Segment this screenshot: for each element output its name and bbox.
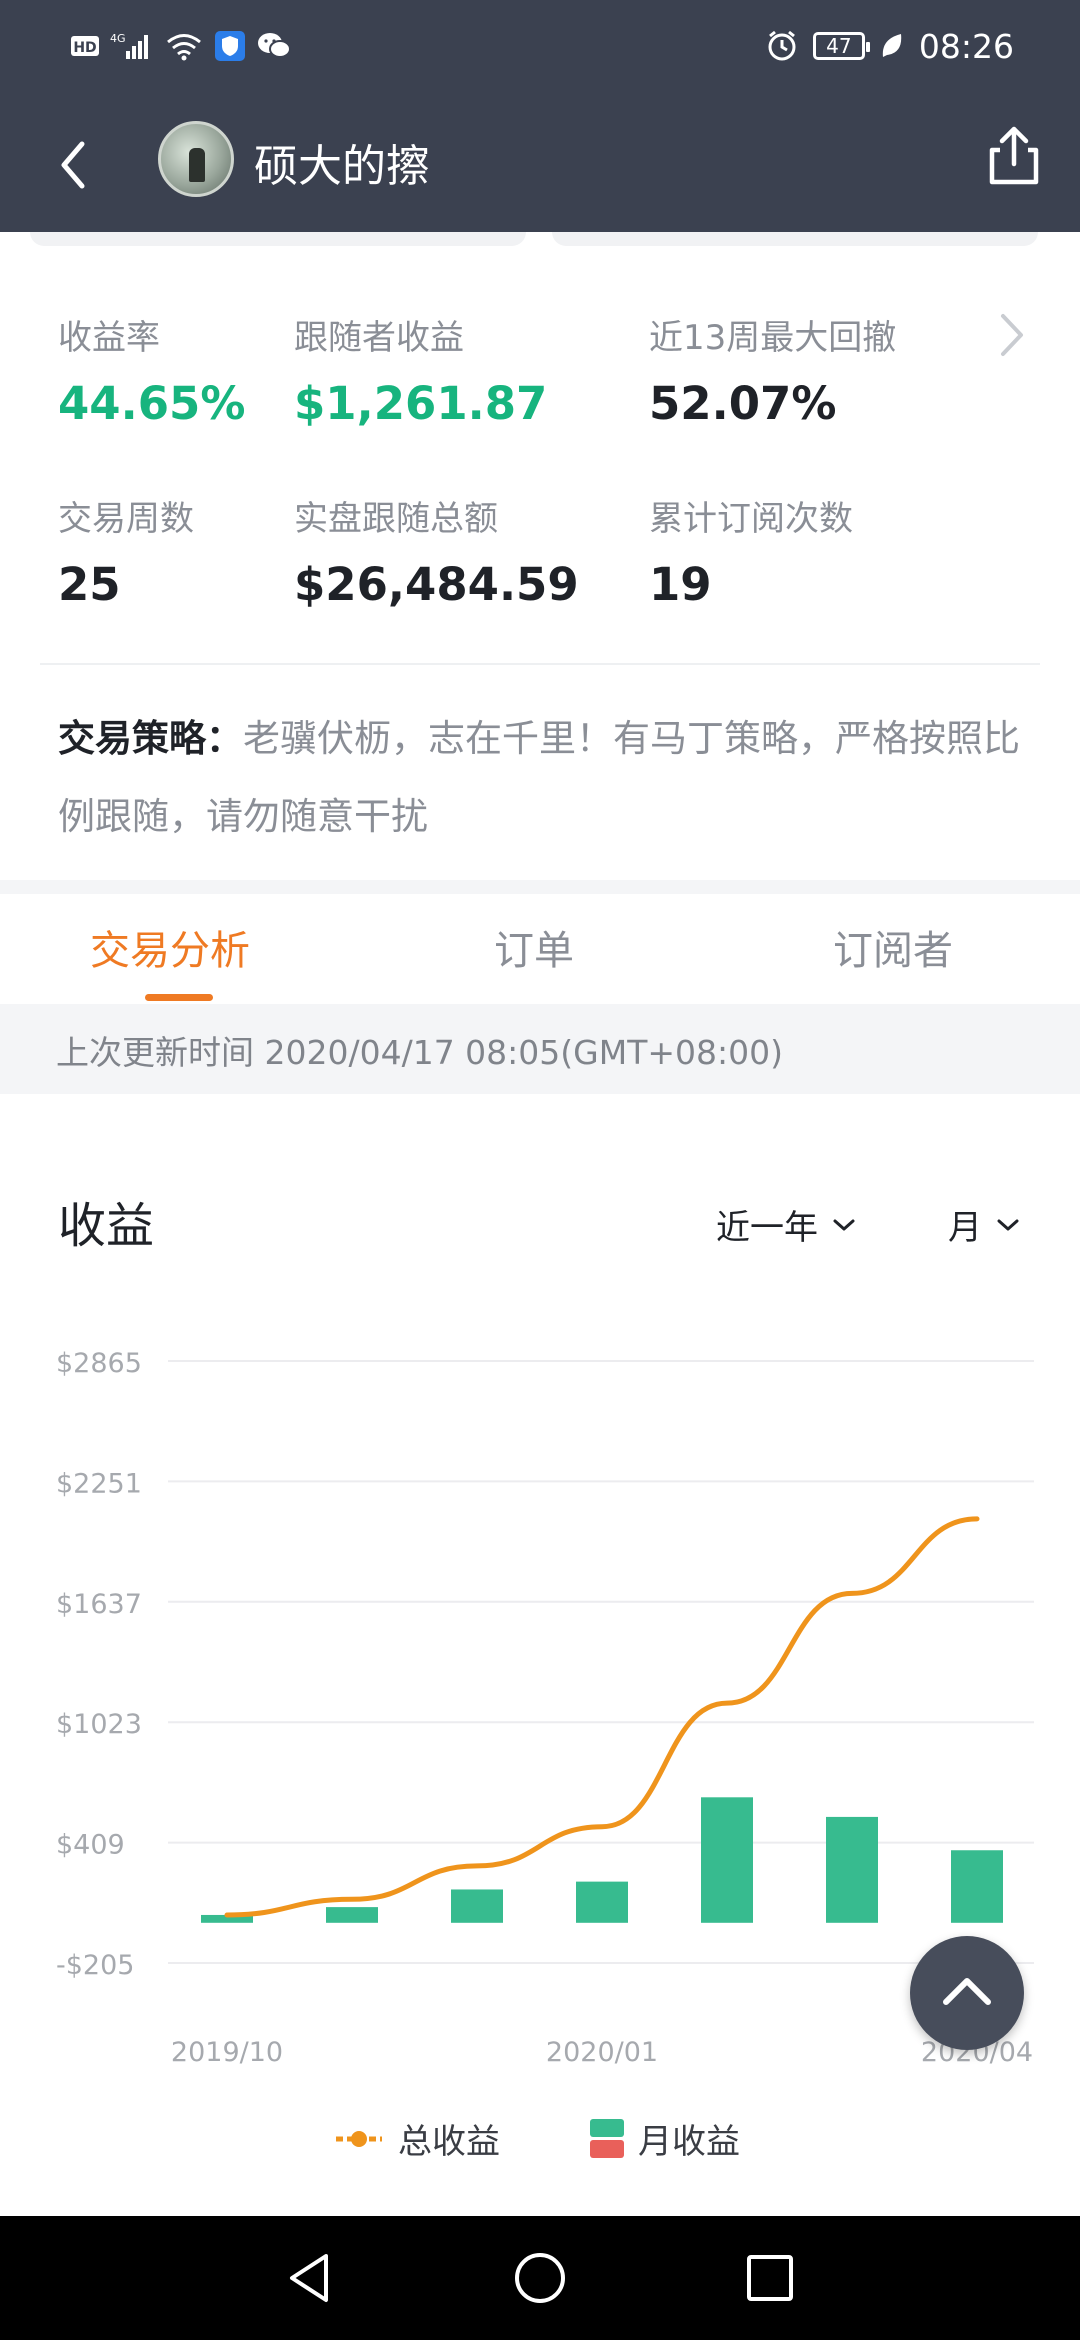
stat-value: $1,261.87 — [294, 377, 548, 430]
trading-strategy: 交易策略：老骥伏枥，志在千里！有马丁策略，严格按照比例跟随，请勿随意干扰 — [58, 700, 1038, 856]
stat-value: 52.07% — [649, 377, 837, 430]
svg-text:HD: HD — [73, 40, 96, 56]
monthly-profit-bar — [951, 1850, 1003, 1923]
y-tick-label: $1023 — [56, 1709, 142, 1740]
stat-max-drawdown: 近13周最大回撤 52.07% — [649, 310, 896, 430]
nav-home-circle-icon[interactable] — [512, 2250, 568, 2306]
card-edge-left — [30, 232, 526, 246]
back-arrow-icon[interactable] — [40, 130, 110, 200]
legend-label: 月收益 — [638, 2122, 740, 2162]
nav-back-triangle-icon[interactable] — [282, 2250, 338, 2306]
stat-follower-profit: 跟随者收益 $1,261.87 — [294, 310, 547, 430]
system-navigation-bar — [0, 2216, 1080, 2340]
wifi-icon — [167, 34, 201, 61]
card-edge-right — [552, 232, 1038, 246]
chart-header: 收益 近一年 月 — [0, 1160, 1080, 1260]
signal-4g-icon: 4G — [110, 32, 148, 59]
scroll-to-top-button[interactable] — [910, 1936, 1024, 2050]
x-tick-label: 2019/10 — [171, 2037, 283, 2068]
chevron-up-icon — [943, 1978, 991, 2005]
stat-value: $26,484.59 — [294, 558, 579, 611]
stat-value: 25 — [58, 558, 121, 611]
legend-line-dot-icon — [336, 2130, 382, 2147]
interval-selector[interactable]: 月 — [948, 1200, 1020, 1249]
last-update-bar: 上次更新时间 2020/04/17 08:05(GMT+08:00) — [0, 1004, 1080, 1094]
nav-recents-square-icon[interactable] — [742, 2250, 798, 2306]
tab-subscribers[interactable]: 订阅者 — [833, 918, 953, 976]
period-selector[interactable]: 近一年 — [716, 1200, 856, 1249]
chevron-down-icon — [833, 1219, 855, 1230]
x-tick-label: 2020/01 — [546, 2037, 658, 2068]
y-tick-label: $2865 — [56, 1348, 142, 1379]
legend-label: 总收益 — [398, 2122, 500, 2162]
svg-text:4G: 4G — [110, 32, 126, 45]
chart-title: 收益 — [58, 1198, 155, 1254]
status-left-icons: HD 4G — [70, 26, 292, 66]
y-tick-label: $409 — [56, 1830, 125, 1861]
trader-avatar[interactable] — [158, 121, 234, 197]
tab-orders[interactable]: 订单 — [494, 918, 574, 976]
divider — [40, 663, 1040, 665]
vpn-shield-icon — [215, 31, 245, 61]
monthly-profit-bar — [701, 1797, 753, 1923]
chart-legend: 总收益 月收益 — [0, 2102, 1080, 2172]
stat-subscription-count: 累计订阅次数 19 — [649, 491, 853, 611]
y-tick-label: $1637 — [56, 1589, 142, 1620]
leaf-power-saving-icon — [882, 34, 902, 57]
interval-selector-label: 月 — [948, 1208, 982, 1248]
wechat-icon — [258, 33, 291, 58]
y-tick-label: -$205 — [56, 1950, 134, 1981]
stat-total-follow-amount: 实盘跟随总额 $26,484.59 — [294, 491, 579, 611]
status-time: 08:26 — [918, 26, 1014, 66]
stat-value: 44.65% — [58, 377, 246, 430]
stat-label: 实盘跟随总额 — [294, 499, 498, 539]
analysis-tabs: 交易分析 订单 订阅者 — [0, 894, 1080, 1004]
alarm-icon — [768, 30, 796, 61]
monthly-profit-bar — [826, 1816, 878, 1923]
share-icon[interactable] — [978, 120, 1050, 192]
status-right: 47 08:26 — [765, 24, 1014, 68]
section-gap — [0, 880, 1080, 894]
stat-label: 收益率 — [58, 318, 160, 358]
active-tab-indicator — [145, 994, 213, 1001]
hd-icon: HD — [71, 36, 99, 56]
last-update-text: 上次更新时间 2020/04/17 08:05(GMT+08:00) — [56, 1033, 783, 1072]
stat-trading-weeks: 交易周数 25 — [58, 491, 194, 611]
battery-level: 47 — [826, 34, 852, 58]
trader-name-title: 硕大的擦 — [254, 141, 430, 192]
chevron-right-icon[interactable] — [995, 310, 1029, 360]
monthly-profit-bar — [326, 1907, 378, 1923]
period-selector-label: 近一年 — [716, 1208, 818, 1248]
y-tick-label: $2251 — [56, 1468, 142, 1499]
legend-monthly-profit[interactable]: 月收益 — [590, 2114, 740, 2163]
battery-indicator: 47 — [812, 32, 870, 60]
tab-trade-analysis[interactable]: 交易分析 — [90, 918, 250, 976]
legend-total-profit[interactable]: 总收益 — [334, 2114, 500, 2163]
legend-bar-swatch-icon — [590, 2118, 624, 2158]
chevron-down-icon — [997, 1219, 1019, 1230]
stat-label: 累计订阅次数 — [649, 499, 853, 539]
monthly-profit-bar — [451, 1889, 503, 1923]
stat-label: 交易周数 — [58, 499, 194, 539]
stat-value: 19 — [649, 558, 712, 611]
monthly-profit-bar — [576, 1881, 628, 1923]
nav-bar: 硕大的擦 — [0, 110, 1080, 220]
strategy-label: 交易策略： — [58, 717, 243, 760]
stat-label: 跟随者收益 — [294, 318, 464, 358]
stat-label: 近13周最大回撤 — [649, 318, 897, 358]
status-bar: HD 4G 47 08:26 — [0, 0, 1080, 90]
app-header: HD 4G 47 08:26 硕大的擦 — [0, 0, 1080, 232]
stat-return-rate: 收益率 44.65% — [58, 310, 245, 430]
